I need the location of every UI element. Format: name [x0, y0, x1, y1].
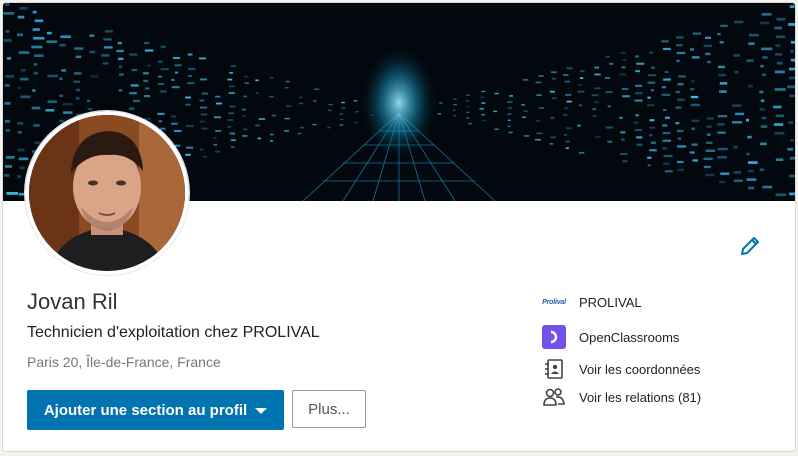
- sidebar-item-openclassrooms[interactable]: OpenClassrooms: [541, 324, 679, 350]
- add-profile-section-button[interactable]: Ajouter une section au profil: [27, 390, 284, 430]
- profile-location: Paris 20, Île-de-France, France: [27, 354, 221, 370]
- profile-photo[interactable]: [25, 111, 189, 275]
- sidebar-item-connections[interactable]: Voir les relations (81): [541, 384, 701, 410]
- sidebar-item-contact-info[interactable]: Voir les coordonnées: [541, 356, 700, 382]
- sidebar-item-prolival[interactable]: Prolival PROLIVAL: [541, 289, 642, 315]
- sidebar-item-label: Voir les relations (81): [579, 389, 702, 405]
- caret-down-icon: [255, 408, 268, 414]
- prolival-logo-icon: Prolival: [542, 298, 566, 306]
- edit-profile-icon[interactable]: [739, 235, 761, 257]
- openclassrooms-logo-icon: [541, 324, 567, 350]
- more-button[interactable]: Plus...: [292, 390, 366, 428]
- profile-card: Jovan Ril Technicien d'exploitation chez…: [2, 2, 796, 452]
- add-profile-section-label: Ajouter une section au profil: [43, 401, 248, 419]
- sidebar-item-label: Voir les coordonnées: [579, 361, 701, 377]
- profile-headline: Technicien d'exploitation chez PROLIVAL: [27, 324, 320, 341]
- people-icon: [541, 384, 567, 410]
- contact-card-icon: [541, 356, 567, 382]
- sidebar-item-label: OpenClassrooms: [579, 329, 680, 345]
- sidebar-item-label: PROLIVAL: [579, 294, 642, 310]
- profile-name: Jovan Ril: [27, 289, 118, 314]
